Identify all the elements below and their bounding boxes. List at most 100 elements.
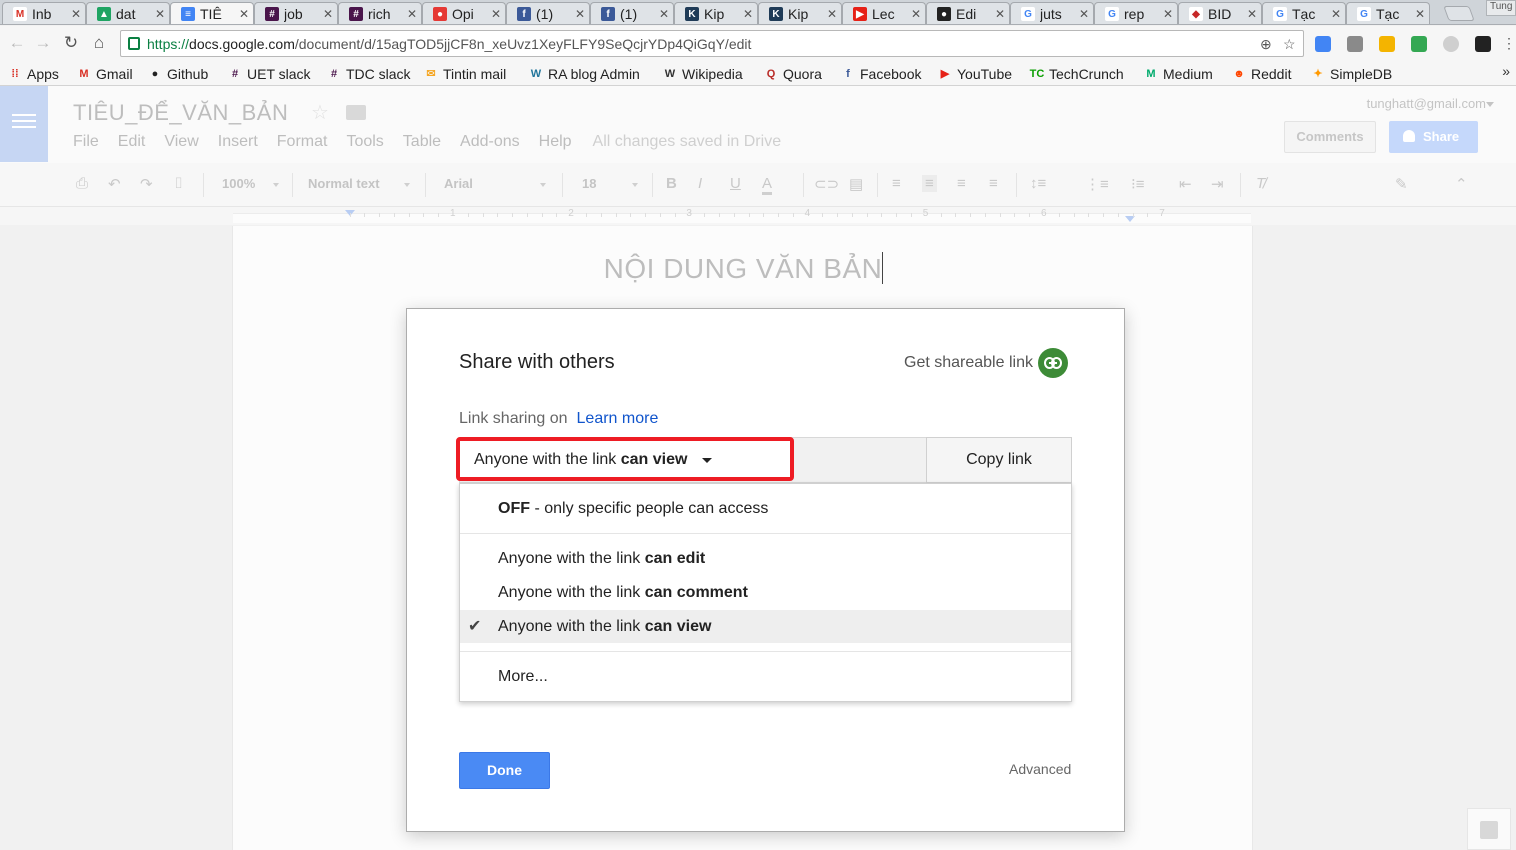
close-tab-icon[interactable]: ✕ (911, 7, 921, 21)
undo-icon[interactable]: ↶ (108, 175, 121, 193)
increase-indent-icon[interactable]: ⇥ (1211, 175, 1224, 193)
folder-icon[interactable] (346, 105, 366, 120)
forward-arrow-icon[interactable]: → (34, 34, 52, 52)
zoom-select[interactable]: 100% (222, 176, 255, 191)
browser-tab[interactable]: ▲ dat ✕ (86, 2, 170, 24)
close-tab-icon[interactable]: ✕ (1415, 7, 1425, 21)
menu-add-ons[interactable]: Add-ons (460, 133, 520, 151)
bookmark-tdc-slack[interactable]: # TDC slack (327, 64, 411, 83)
menu-item-can-comment[interactable]: Anyone with the link can comment (460, 576, 1071, 609)
align-justify-icon[interactable]: ≡ (989, 175, 998, 192)
close-tab-icon[interactable]: ✕ (659, 7, 669, 21)
bookmarks-overflow-button[interactable]: » (1502, 63, 1510, 79)
extension-icon[interactable] (1443, 36, 1459, 52)
profile-button[interactable]: Tung (1486, 0, 1516, 16)
browser-tab[interactable]: G Tạc ✕ (1346, 2, 1430, 24)
menu-table[interactable]: Table (403, 133, 441, 151)
bookmark-uet-slack[interactable]: # UET slack (228, 64, 311, 83)
advanced-link[interactable]: Advanced (1009, 761, 1071, 777)
browser-tab[interactable]: f (1) ✕ (590, 2, 674, 24)
menu-item-can-edit[interactable]: Anyone with the link can edit (460, 542, 1071, 575)
browser-tab[interactable]: ▶ Lec ✕ (842, 2, 926, 24)
close-tab-icon[interactable]: ✕ (575, 7, 585, 21)
document-title[interactable]: TIÊU_ĐỂ_VĂN_BẢN (73, 100, 288, 126)
bookmark-medium[interactable]: M Medium (1144, 64, 1212, 83)
close-tab-icon[interactable]: ✕ (995, 7, 1005, 21)
done-button[interactable]: Done (459, 752, 550, 789)
extension-icon[interactable] (1379, 36, 1395, 52)
reload-icon[interactable]: ↻ (62, 34, 80, 52)
close-tab-icon[interactable]: ✕ (743, 7, 753, 21)
numbered-list-icon[interactable]: ⋮≡ (1085, 175, 1109, 193)
paragraph-style-select[interactable]: Normal text (308, 176, 380, 191)
menu-insert[interactable]: Insert (218, 133, 258, 151)
close-tab-icon[interactable]: ✕ (1079, 7, 1089, 21)
browser-tab[interactable]: # job ✕ (254, 2, 338, 24)
document-body[interactable]: NỘI DUNG VĂN BẢN (233, 252, 1254, 285)
browser-tab[interactable]: M Inb ✕ (2, 2, 86, 24)
browser-tab[interactable]: ● Edi ✕ (926, 2, 1010, 24)
bulleted-list-icon[interactable]: ⁝≡ (1131, 175, 1145, 193)
menu-help[interactable]: Help (539, 133, 572, 151)
clear-formatting-icon[interactable]: T̸ (1256, 175, 1265, 192)
browser-tab[interactable]: G Tạc ✕ (1262, 2, 1346, 24)
close-tab-icon[interactable]: ✕ (1331, 7, 1341, 21)
bookmark-star-icon[interactable]: ☆ (1283, 36, 1296, 53)
print-icon[interactable]: ⎙ (76, 175, 88, 192)
line-spacing-icon[interactable]: ↕≡ (1030, 175, 1046, 192)
account-email[interactable]: tunghatt@gmail.com (1367, 96, 1486, 111)
bookmark-ra-blog-admin[interactable]: W RA blog Admin (529, 64, 640, 83)
close-tab-icon[interactable]: ✕ (1247, 7, 1257, 21)
new-tab-button[interactable] (1443, 6, 1475, 21)
collapse-toolbar-icon[interactable]: ⌃ (1455, 175, 1468, 193)
address-bar[interactable]: https://docs.google.com/document/d/15agT… (120, 30, 1304, 57)
italic-icon[interactable]: I (698, 175, 702, 192)
extension-icon[interactable] (1475, 36, 1491, 52)
close-tab-icon[interactable]: ✕ (827, 7, 837, 21)
access-level-dropdown[interactable]: Anyone with the link can view (456, 437, 794, 481)
menu-item-more[interactable]: More... (460, 660, 1071, 693)
get-shareable-link[interactable]: Get shareable link (904, 354, 1033, 372)
learn-more-link[interactable]: Learn more (577, 410, 659, 427)
underline-icon[interactable]: U (730, 175, 741, 192)
bookmark-techcrunch[interactable]: TC TechCrunch (1030, 64, 1124, 83)
explore-button[interactable] (1467, 808, 1511, 850)
bookmark-reddit[interactable]: ☻ Reddit (1232, 64, 1291, 83)
menu-file[interactable]: File (73, 133, 99, 151)
decrease-indent-icon[interactable]: ⇤ (1179, 175, 1192, 193)
close-tab-icon[interactable]: ✕ (155, 7, 165, 21)
close-tab-icon[interactable]: ✕ (239, 7, 249, 21)
link-icon[interactable]: ⊂⊃ (814, 175, 839, 193)
menu-format[interactable]: Format (277, 133, 328, 151)
account-caret-icon[interactable] (1486, 102, 1494, 107)
browser-tab[interactable]: K Kip ✕ (758, 2, 842, 24)
browser-tab[interactable]: K Kip ✕ (674, 2, 758, 24)
chrome-menu-icon[interactable]: ⋮ (1500, 34, 1516, 52)
align-right-icon[interactable]: ≡ (957, 175, 966, 192)
bookmark-wikipedia[interactable]: W Wikipedia (663, 64, 743, 83)
close-tab-icon[interactable]: ✕ (407, 7, 417, 21)
bookmark-youtube[interactable]: ▶ YouTube (938, 64, 1012, 83)
close-tab-icon[interactable]: ✕ (71, 7, 81, 21)
text-color-icon[interactable]: A (762, 175, 773, 195)
font-select[interactable]: Arial (444, 176, 473, 191)
menu-edit[interactable]: Edit (118, 133, 146, 151)
menu-view[interactable]: View (164, 133, 198, 151)
bookmark-simpledb[interactable]: ✦ SimpleDB (1311, 64, 1392, 83)
bookmark-github[interactable]: ● Github (148, 64, 209, 83)
editing-mode-pencil-icon[interactable]: ✎ (1395, 175, 1408, 193)
star-icon[interactable]: ☆ (311, 100, 329, 125)
comments-button[interactable]: Comments (1284, 121, 1376, 153)
comment-icon[interactable]: ▤ (849, 175, 863, 193)
bookmark-tintin-mail[interactable]: ✉ Tintin mail (424, 64, 506, 83)
menu-item-can-view[interactable]: ✔ Anyone with the link can view (460, 610, 1071, 643)
redo-icon[interactable]: ↷ (140, 175, 153, 193)
link-icon[interactable] (1038, 348, 1068, 378)
paint-format-icon[interactable]: ⌷ (174, 175, 183, 192)
browser-tab[interactable]: Gjuts ✕ (1010, 2, 1094, 24)
copy-link-button[interactable]: Copy link (926, 437, 1072, 483)
translate-extension-icon[interactable] (1315, 36, 1331, 52)
bold-icon[interactable]: B (666, 175, 677, 192)
font-size-select[interactable]: 18 (582, 176, 596, 191)
zoom-icon[interactable]: ⊕ (1260, 36, 1272, 53)
